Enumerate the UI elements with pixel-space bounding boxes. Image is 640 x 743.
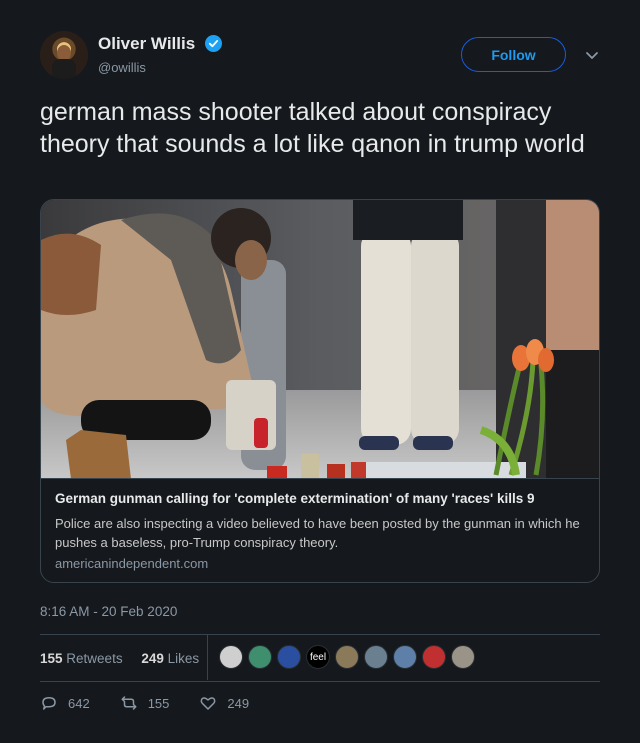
- liker-avatar[interactable]: feel: [306, 645, 330, 669]
- retweet-stat[interactable]: 155 Retweets: [40, 651, 123, 666]
- liker-avatar[interactable]: [219, 645, 243, 669]
- like-action[interactable]: 249: [199, 694, 249, 712]
- avatar[interactable]: [40, 31, 88, 79]
- heart-icon: [201, 697, 216, 710]
- card-title: German gunman calling for 'complete exte…: [55, 491, 535, 506]
- retweet-icon: [121, 696, 137, 710]
- card-domain: americanindependent.com: [55, 556, 209, 571]
- reply-count: 642: [68, 695, 90, 711]
- chevron-down-icon[interactable]: [584, 47, 600, 63]
- card-description: Police are also inspecting a video belie…: [55, 516, 580, 550]
- follow-button[interactable]: Follow: [461, 37, 566, 72]
- verified-badge-icon: [205, 35, 222, 52]
- author-name[interactable]: Oliver Willis: [98, 34, 195, 54]
- like-stat[interactable]: 249 Likes: [141, 651, 199, 666]
- card-image[interactable]: [41, 200, 599, 479]
- author-handle[interactable]: @owillis: [98, 60, 146, 75]
- avatar-shirt: [52, 59, 76, 79]
- link-card[interactable]: German gunman calling for 'complete exte…: [40, 199, 600, 583]
- reply-icon: [42, 697, 56, 710]
- retweet-count-action: 155: [147, 695, 170, 711]
- liker-avatar[interactable]: [393, 645, 417, 669]
- tweet-actions: 642 155 249: [40, 694, 279, 712]
- like-count: 249: [141, 651, 164, 666]
- reply-action[interactable]: 642: [40, 694, 90, 712]
- tweet-text: german mass shooter talked about conspir…: [40, 98, 585, 158]
- retweet-action[interactable]: 155: [120, 694, 170, 712]
- liker-avatar[interactable]: [277, 645, 301, 669]
- tweet-stats: 155 Retweets 249 Likes: [40, 651, 199, 666]
- like-count-action: 249: [227, 695, 250, 711]
- liker-avatar[interactable]: [335, 645, 359, 669]
- likers-avatars: feel: [219, 645, 475, 669]
- retweet-count: 155: [40, 651, 63, 666]
- tweet-timestamp[interactable]: 8:16 AM - 20 Feb 2020: [40, 604, 177, 619]
- memorial-photo: [41, 200, 599, 478]
- stats-separator: [207, 634, 208, 680]
- divider: [40, 634, 600, 635]
- divider: [40, 681, 600, 682]
- liker-avatar[interactable]: [248, 645, 272, 669]
- retweet-label: Retweets: [66, 651, 123, 666]
- like-label: Likes: [167, 651, 200, 666]
- liker-avatar[interactable]: [422, 645, 446, 669]
- liker-avatar[interactable]: [364, 645, 388, 669]
- liker-avatar[interactable]: [451, 645, 475, 669]
